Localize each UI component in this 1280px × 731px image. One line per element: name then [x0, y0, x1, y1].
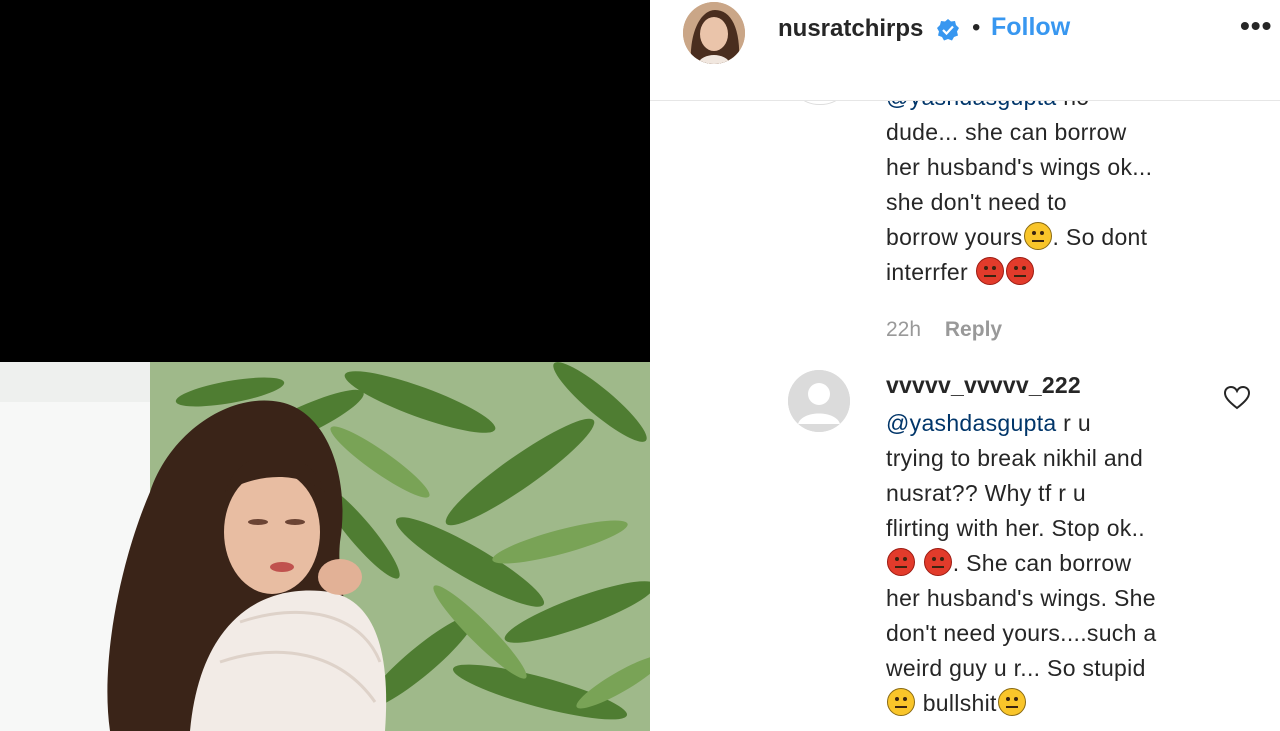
comment-text: interrfer — [886, 259, 968, 285]
comment-meta: 22h Reply — [886, 318, 1002, 342]
comment-text: her husband's wings ok... — [886, 154, 1153, 180]
angry-face-icon — [975, 257, 1004, 285]
comment-text: borrow yours — [886, 224, 1023, 250]
post-details-panel: @yashdasgupta no dude... she can borrow … — [650, 0, 1280, 731]
comment-text: flirting with her. Stop ok.. — [886, 515, 1145, 541]
follow-button[interactable]: Follow — [991, 13, 1070, 42]
angry-face-icon — [887, 548, 915, 576]
comment-text: r u — [1056, 410, 1091, 436]
comment-text: bullshit — [916, 690, 997, 716]
post-header: nusratchirps • Follow ••• — [650, 0, 1280, 101]
comment-text: . So dont — [1052, 224, 1148, 250]
expressionless-face-icon — [887, 688, 915, 716]
comment-text: weird guy u r... So stupid — [886, 655, 1146, 681]
expressionless-face-icon — [997, 688, 1026, 716]
account-username[interactable]: nusratchirps — [778, 15, 923, 43]
comment-text: her husband's wings. She — [886, 585, 1156, 611]
separator-dot: • — [972, 14, 981, 41]
comment-body: @yashdasgupta no dude... she can borrow … — [886, 80, 1206, 290]
comment-text: trying to break nikhil and — [886, 445, 1144, 471]
comment-timestamp[interactable]: 22h — [886, 318, 921, 341]
comment-body: @yashdasgupta r u trying to break nikhil… — [886, 406, 1206, 721]
heart-icon[interactable] — [1224, 386, 1250, 410]
post-photo[interactable] — [0, 362, 650, 731]
more-options-icon[interactable]: ••• — [1240, 10, 1272, 42]
comment-text: . She can borrow — [952, 550, 1132, 576]
neutral-face-icon — [1023, 222, 1052, 250]
comment-text: dude... she can borrow — [886, 119, 1127, 145]
profile-picture — [683, 2, 745, 64]
reply-button[interactable]: Reply — [945, 318, 1002, 341]
comment-text: don't need yours....such a — [886, 620, 1157, 646]
comment-text: she don't need to — [886, 189, 1067, 215]
angry-face-icon — [923, 548, 952, 576]
post-media-panel — [0, 0, 650, 731]
mention-link[interactable]: @yashdasgupta — [886, 410, 1056, 436]
comment-username[interactable]: vvvvv_vvvvv_222 — [886, 372, 1081, 399]
post-photo-art — [0, 362, 650, 731]
angry-face-icon — [1005, 257, 1034, 285]
comments-list[interactable]: @yashdasgupta no dude... she can borrow … — [650, 0, 1280, 731]
comment-text: nusrat?? Why tf r u — [886, 480, 1086, 506]
avatar[interactable] — [683, 2, 745, 64]
verified-badge-icon — [937, 19, 959, 41]
default-avatar-icon — [788, 370, 850, 432]
avatar[interactable] — [788, 370, 850, 432]
